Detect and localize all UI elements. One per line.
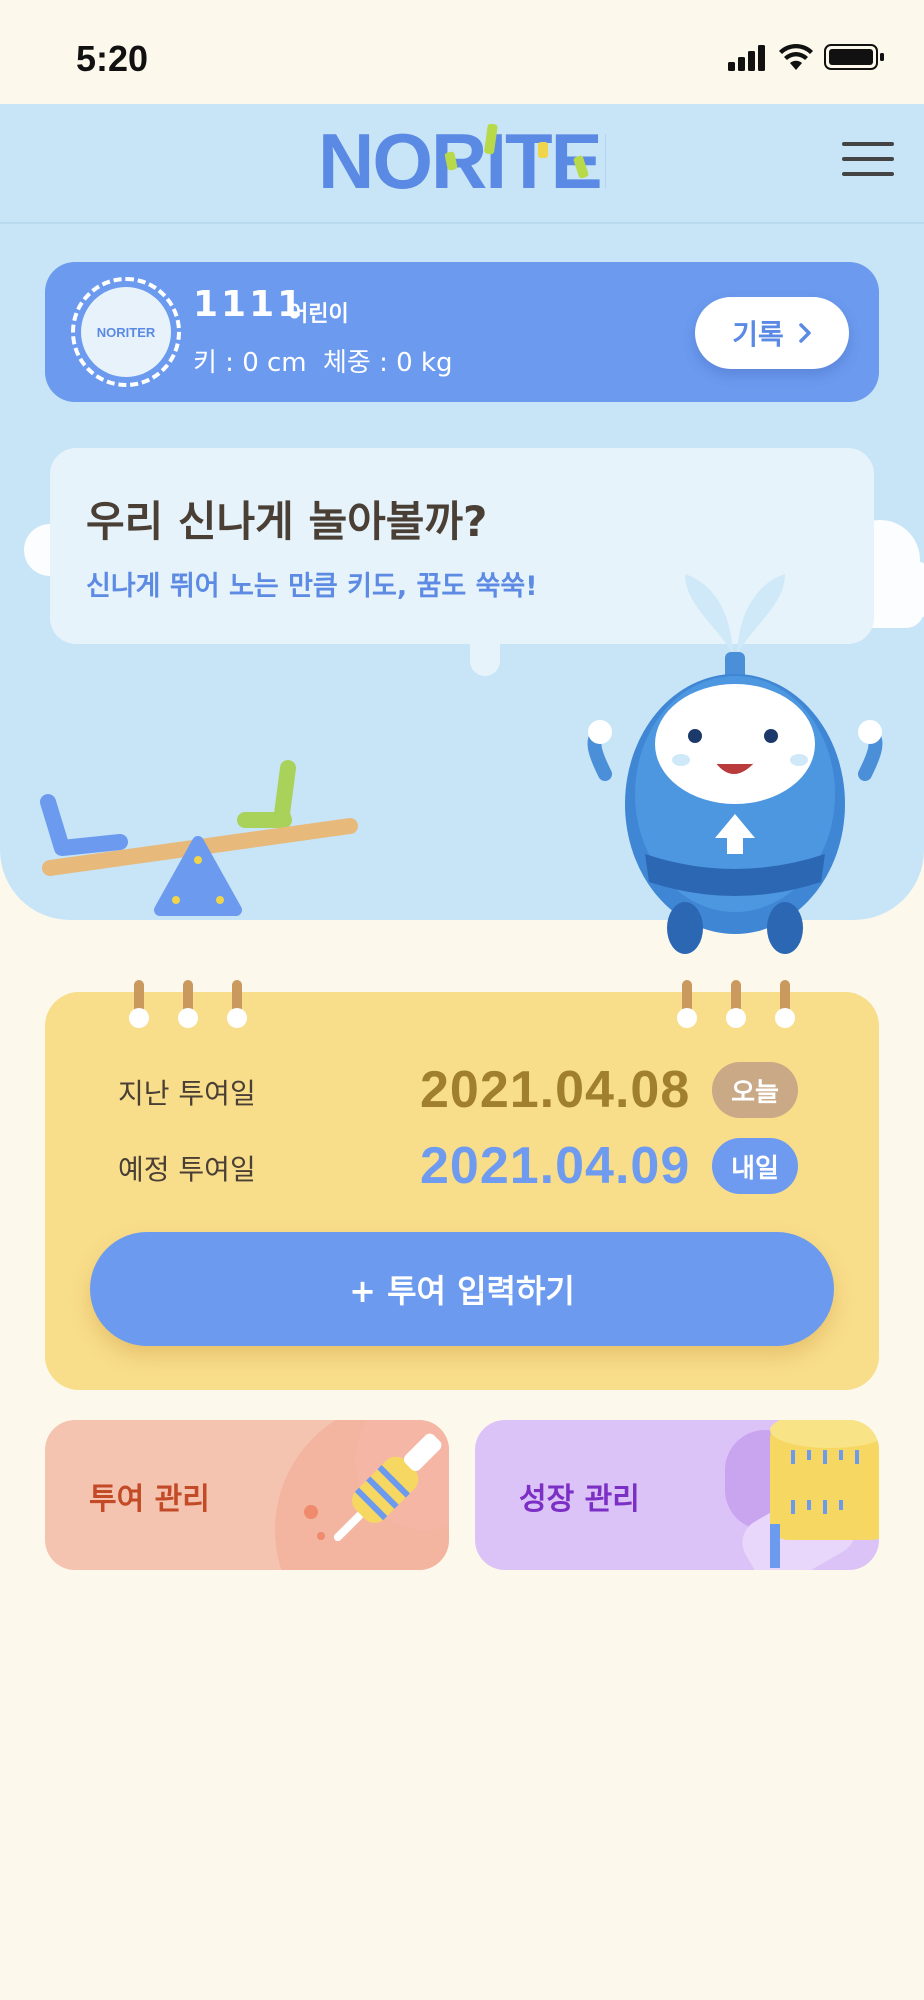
status-time: 5:20 [76,38,149,79]
greeting-title: 우리 신나게 놀아볼까? [86,497,488,546]
wifi-icon [779,43,813,70]
battery-icon [824,44,884,70]
calendar-ring [726,980,746,1032]
child-height: 키 : 0 cm [193,348,307,378]
noriter-logo: NORITER [318,118,606,205]
calendar-ring [775,980,795,1032]
header-divider [0,222,924,224]
dose-management-card[interactable]: 투여 관리 [45,1420,449,1570]
seesaw-illustration [40,760,358,916]
calendar-ring [227,980,247,1032]
status-bar: 5:20 [0,0,924,104]
growth-management-card[interactable]: 성장 관리 [475,1420,879,1570]
record-button-label: 기록 [732,318,784,351]
last-dose-date: 2021.04.08 [420,1061,691,1119]
greeting-subtitle: 신나게 뛰어 노는 만큼 키도, 꿈도 쑥쑥! [86,571,538,602]
avatar-logo: NORITER [81,287,171,377]
calendar-ring [129,980,149,1032]
signal-icon [728,45,765,71]
dose-management-label: 투여 관리 [89,1482,210,1517]
calendar-ring [677,980,697,1032]
status-icons [728,43,884,71]
avatar[interactable]: NORITER [71,277,181,387]
next-dose-label: 예정 투여일 [118,1153,256,1186]
next-dose-date: 2021.04.09 [420,1137,691,1195]
chevron-right-icon [799,323,811,343]
hamburger-menu-icon [842,142,894,146]
growth-management-label: 성장 관리 [519,1482,640,1517]
calendar-ring [178,980,198,1032]
child-profile-card: NORITER 1111 어린이 키 : 0 cm 체중 : 0 kg 기록 [45,262,879,402]
bubble-tail [470,640,500,676]
mascot-character [587,574,883,954]
record-button[interactable]: 기록 [695,297,849,369]
child-name-suffix: 어린이 [288,302,349,327]
child-weight: 체중 : 0 kg [323,348,453,378]
tomorrow-badge: 내일 [712,1138,798,1194]
last-dose-label: 지난 투여일 [118,1077,256,1110]
svg-text:NORITER: NORITER [318,118,606,205]
hamburger-menu-button[interactable] [842,142,894,188]
today-badge: 오늘 [712,1062,798,1118]
add-dose-button[interactable]: + 투여 입력하기 [90,1232,834,1346]
